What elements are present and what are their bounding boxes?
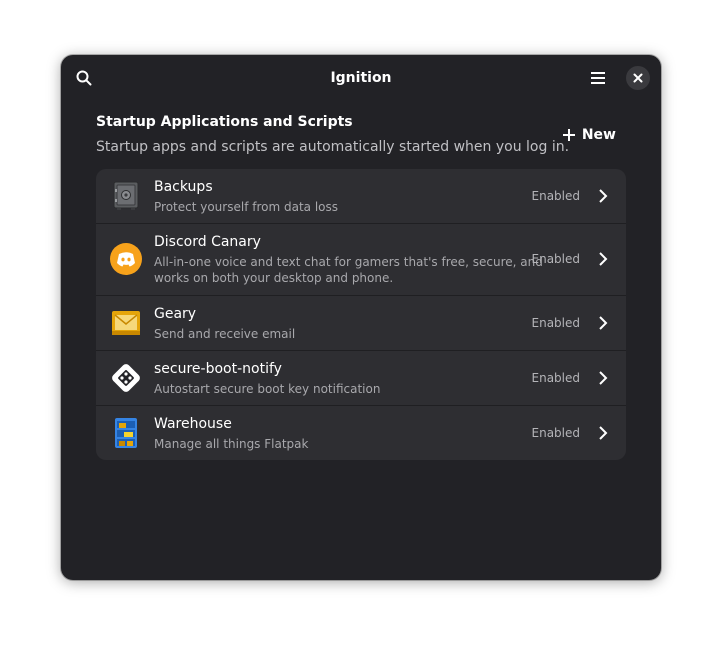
row-subtitle-line: works on both your desktop and phone. — [154, 271, 394, 285]
row-text: Warehouse Manage all things Flatpak — [154, 415, 308, 452]
list-item-warehouse[interactable]: Warehouse Manage all things Flatpak Enab… — [96, 406, 626, 460]
header-bar: Ignition — [61, 55, 661, 101]
row-subtitle: All-in-one voice and text chat for gamer… — [154, 254, 543, 286]
row-text: Backups Protect yourself from data loss — [154, 178, 338, 215]
row-title: Geary — [154, 306, 197, 322]
app-window: Ignition Startup Applications and Script… — [61, 55, 661, 580]
close-button[interactable] — [626, 66, 650, 90]
row-title: Backups — [154, 179, 213, 195]
row-text: Discord Canary All-in-one voice and text… — [154, 233, 543, 286]
mail-icon — [109, 306, 143, 340]
section-subtitle: Startup apps and scripts are automatical… — [96, 139, 570, 155]
status-label: Enabled — [531, 371, 581, 385]
row-title: Discord Canary — [154, 234, 261, 250]
secure-boot-icon — [109, 361, 143, 395]
warehouse-icon — [109, 416, 143, 450]
status-label: Enabled — [531, 189, 581, 203]
section-header: Startup Applications and Scripts Startup… — [96, 101, 626, 169]
list-item-discord-canary[interactable]: Discord Canary All-in-one voice and text… — [96, 224, 626, 296]
chevron-right-icon — [596, 424, 610, 442]
chevron-right-icon — [596, 250, 610, 268]
list-item-backups[interactable]: Backups Protect yourself from data loss … — [96, 169, 626, 224]
window-title: Ignition — [330, 70, 392, 86]
row-text: Geary Send and receive email — [154, 305, 295, 342]
hamburger-menu-icon — [591, 72, 605, 84]
status-label: Enabled — [531, 426, 581, 440]
row-title: secure-boot-notify — [154, 361, 282, 377]
main-menu-button[interactable] — [583, 63, 613, 93]
row-subtitle: Autostart secure boot key notification — [154, 382, 381, 396]
row-title: Warehouse — [154, 416, 232, 432]
status-label: Enabled — [531, 316, 581, 330]
new-button-label: New — [581, 127, 616, 143]
chevron-right-icon — [596, 187, 610, 205]
section-title: Startup Applications and Scripts — [96, 114, 353, 130]
plus-icon — [562, 129, 575, 141]
startup-app-list: Backups Protect yourself from data loss … — [96, 169, 626, 460]
row-subtitle: Send and receive email — [154, 327, 296, 341]
chevron-right-icon — [596, 314, 610, 332]
row-text: secure-boot-notify Autostart secure boot… — [154, 360, 380, 397]
status-label: Enabled — [531, 252, 581, 266]
row-subtitle-line: All-in-one voice and text chat for gamer… — [154, 255, 543, 269]
safe-icon — [109, 179, 143, 213]
row-subtitle: Manage all things Flatpak — [154, 437, 309, 451]
discord-icon — [109, 242, 143, 276]
chevron-right-icon — [596, 369, 610, 387]
row-subtitle: Protect yourself from data loss — [154, 200, 338, 214]
list-item-geary[interactable]: Geary Send and receive email Enabled — [96, 296, 626, 351]
main-content: Startup Applications and Scripts Startup… — [96, 101, 626, 460]
list-item-secure-boot-notify[interactable]: secure-boot-notify Autostart secure boot… — [96, 351, 626, 406]
close-icon — [633, 73, 643, 83]
new-entry-button[interactable]: New — [562, 122, 626, 148]
